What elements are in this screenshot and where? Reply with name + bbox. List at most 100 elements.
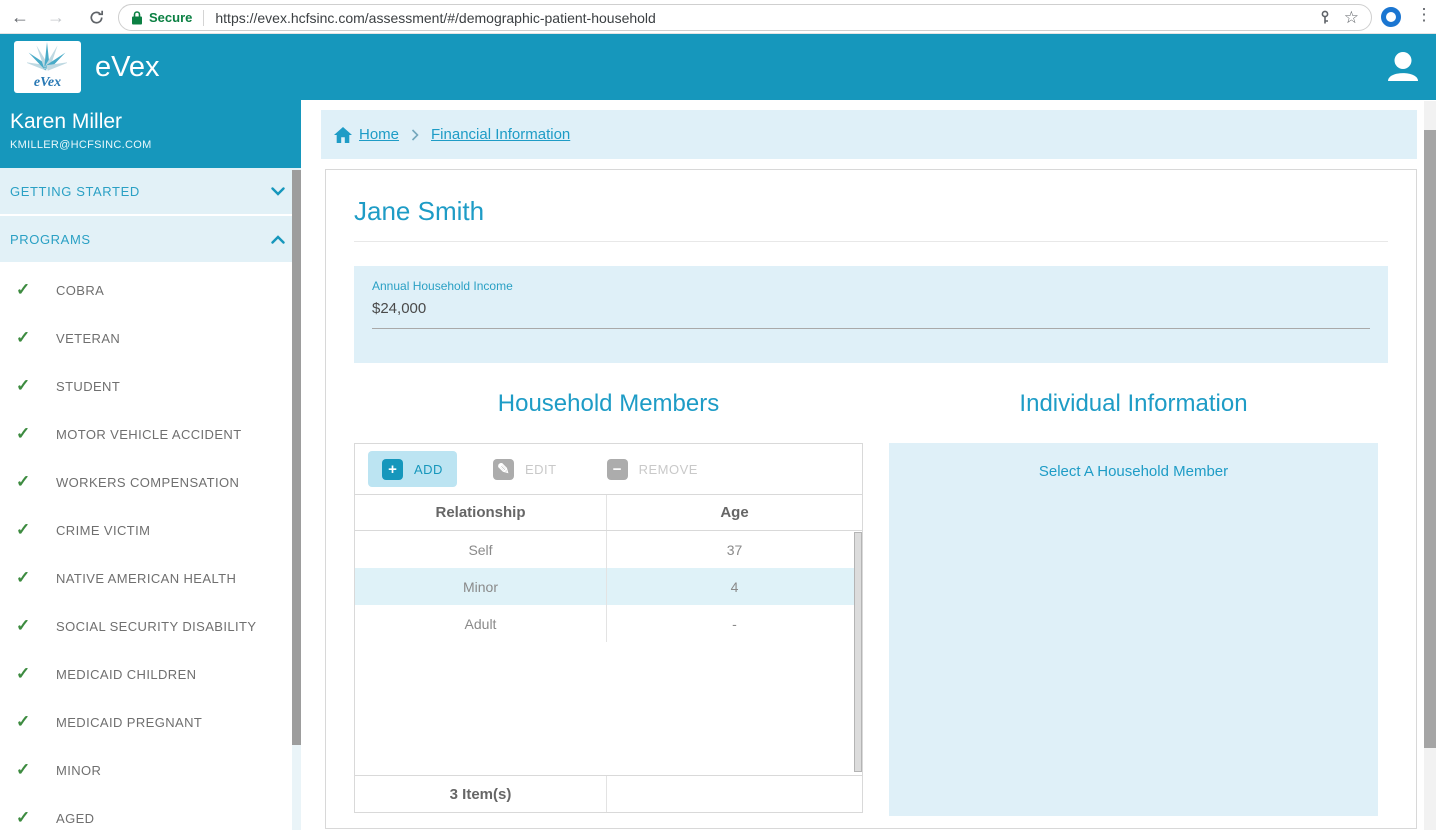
browser-chrome: ← → Secure https://evex.hcfsinc.com/asse… — [0, 0, 1436, 34]
logo-wordmark: eVex — [34, 75, 61, 93]
check-icon: ✓ — [16, 376, 34, 396]
chevron-up-icon — [271, 235, 285, 244]
sidebar-item-medicaid-children[interactable]: ✓ MEDICAID CHILDREN — [0, 650, 301, 698]
check-icon: ✓ — [16, 424, 34, 444]
programs-list: ✓ COBRA ✓ VETERAN ✓ STUDENT ✓ MOTOR VEHI… — [0, 264, 301, 830]
evex-logo[interactable]: eVex — [14, 41, 81, 93]
item-count: 3 Item(s) — [355, 776, 607, 812]
sidebar-item-aged[interactable]: ✓ AGED — [0, 794, 301, 830]
forward-icon[interactable]: → — [46, 7, 66, 27]
members-table-header: Relationship Age — [355, 495, 862, 531]
chevron-down-icon — [271, 187, 285, 196]
address-bar[interactable]: Secure https://evex.hcfsinc.com/assessme… — [118, 4, 1372, 31]
cell-age: 4 — [607, 568, 862, 605]
income-field[interactable]: $24,000 — [372, 293, 1370, 329]
browser-menu-icon[interactable]: ⋮ — [1415, 5, 1433, 25]
app-name: eVex — [95, 51, 160, 84]
cell-age: 37 — [607, 531, 862, 568]
sidebar: Karen Miller KMILLER@HCFSINC.COM GETTING… — [0, 100, 301, 830]
secure-label: Secure — [149, 10, 192, 25]
program-label: COBRA — [56, 283, 104, 298]
cell-relationship: Self — [355, 531, 607, 568]
sidebar-item-veteran[interactable]: ✓ VETERAN — [0, 314, 301, 362]
sidebar-item-student[interactable]: ✓ STUDENT — [0, 362, 301, 410]
program-label: CRIME VICTIM — [56, 523, 150, 538]
table-row[interactable]: Self 37 — [355, 531, 862, 568]
sidebar-item-crime-victim[interactable]: ✓ CRIME VICTIM — [0, 506, 301, 554]
table-scrollbar[interactable] — [854, 532, 862, 772]
patient-name: Jane Smith — [354, 196, 1388, 227]
url-text[interactable]: https://evex.hcfsinc.com/assessment/#/de… — [215, 10, 1305, 26]
add-button[interactable]: + ADD — [368, 451, 457, 487]
individual-information-title: Individual Information — [889, 390, 1378, 418]
lock-icon — [131, 10, 143, 25]
check-icon: ✓ — [16, 520, 34, 540]
check-icon: ✓ — [16, 472, 34, 492]
main-content: Home Financial Information Jane Smith An… — [301, 100, 1424, 830]
check-icon: ✓ — [16, 616, 34, 636]
check-icon: ✓ — [16, 568, 34, 588]
breadcrumb-link-home[interactable]: Home — [359, 126, 399, 143]
refresh-icon[interactable] — [86, 7, 106, 27]
sidebar-user-block: Karen Miller KMILLER@HCFSINC.COM — [0, 100, 301, 168]
check-icon: ✓ — [16, 808, 34, 828]
household-members-box: + ADD ✎ EDIT − REMOVE Relation — [354, 443, 863, 813]
sidebar-item-native-american-health[interactable]: ✓ NATIVE AMERICAN HEALTH — [0, 554, 301, 602]
sidebar-item-social-security-disability[interactable]: ✓ SOCIAL SECURITY DISABILITY — [0, 602, 301, 650]
check-icon: ✓ — [16, 280, 34, 300]
sidebar-scrollbar-thumb[interactable] — [292, 170, 301, 745]
back-icon[interactable]: ← — [10, 7, 30, 27]
sidebar-section-getting-started[interactable]: GETTING STARTED — [0, 168, 301, 214]
program-label: MINOR — [56, 763, 101, 778]
remove-button[interactable]: − REMOVE — [593, 451, 712, 487]
members-table-footer: 3 Item(s) — [355, 775, 862, 812]
starburst-icon — [27, 42, 67, 76]
check-icon: ✓ — [16, 328, 34, 348]
program-label: WORKERS COMPENSATION — [56, 475, 239, 490]
table-row[interactable]: Adult - — [355, 605, 862, 642]
income-field-label: Annual Household Income — [372, 279, 1370, 293]
password-key-icon[interactable] — [1318, 10, 1332, 25]
program-label: SOCIAL SECURITY DISABILITY — [56, 619, 256, 634]
edit-button-label: EDIT — [525, 462, 557, 477]
program-label: VETERAN — [56, 331, 120, 346]
pencil-icon: ✎ — [493, 459, 514, 480]
sidebar-scrollbar[interactable] — [292, 170, 301, 830]
user-email: KMILLER@HCFSINC.COM — [10, 139, 301, 151]
program-label: AGED — [56, 811, 94, 826]
individual-information-column: Individual Information Select A Househol… — [889, 390, 1378, 816]
breadcrumb: Home Financial Information — [321, 110, 1417, 159]
section-label: PROGRAMS — [10, 232, 91, 247]
chevron-right-icon — [411, 129, 419, 141]
table-row[interactable]: Minor 4 — [355, 568, 862, 605]
sidebar-section-programs[interactable]: PROGRAMS — [0, 216, 301, 262]
program-label: MEDICAID CHILDREN — [56, 667, 196, 682]
column-header-relationship: Relationship — [355, 495, 607, 530]
page-scrollbar[interactable] — [1424, 101, 1436, 830]
program-label: NATIVE AMERICAN HEALTH — [56, 571, 236, 586]
minus-icon: − — [607, 459, 628, 480]
income-panel: Annual Household Income $24,000 — [354, 266, 1388, 363]
browser-profile-icon[interactable] — [1381, 7, 1401, 27]
page-scrollbar-thumb[interactable] — [1424, 130, 1436, 748]
cell-relationship: Adult — [355, 605, 607, 642]
sidebar-item-medicaid-pregnant[interactable]: ✓ MEDICAID PREGNANT — [0, 698, 301, 746]
edit-button[interactable]: ✎ EDIT — [479, 451, 571, 487]
sidebar-item-cobra[interactable]: ✓ COBRA — [0, 266, 301, 314]
check-icon: ✓ — [16, 712, 34, 732]
check-icon: ✓ — [16, 664, 34, 684]
home-icon[interactable] — [334, 127, 352, 143]
remove-button-label: REMOVE — [639, 462, 698, 477]
program-label: MEDICAID PREGNANT — [56, 715, 202, 730]
bookmark-star-icon[interactable]: ☆ — [1344, 8, 1359, 28]
user-name: Karen Miller — [10, 110, 301, 134]
sidebar-item-workers-compensation[interactable]: ✓ WORKERS COMPENSATION — [0, 458, 301, 506]
breadcrumb-link-financial-information[interactable]: Financial Information — [431, 126, 570, 143]
members-toolbar: + ADD ✎ EDIT − REMOVE — [355, 444, 862, 495]
program-label: MOTOR VEHICLE ACCIDENT — [56, 427, 242, 442]
sidebar-item-motor-vehicle-accident[interactable]: ✓ MOTOR VEHICLE ACCIDENT — [0, 410, 301, 458]
user-avatar-icon[interactable] — [1384, 48, 1422, 91]
divider — [354, 241, 1388, 242]
household-members-title: Household Members — [354, 390, 863, 418]
sidebar-item-minor[interactable]: ✓ MINOR — [0, 746, 301, 794]
